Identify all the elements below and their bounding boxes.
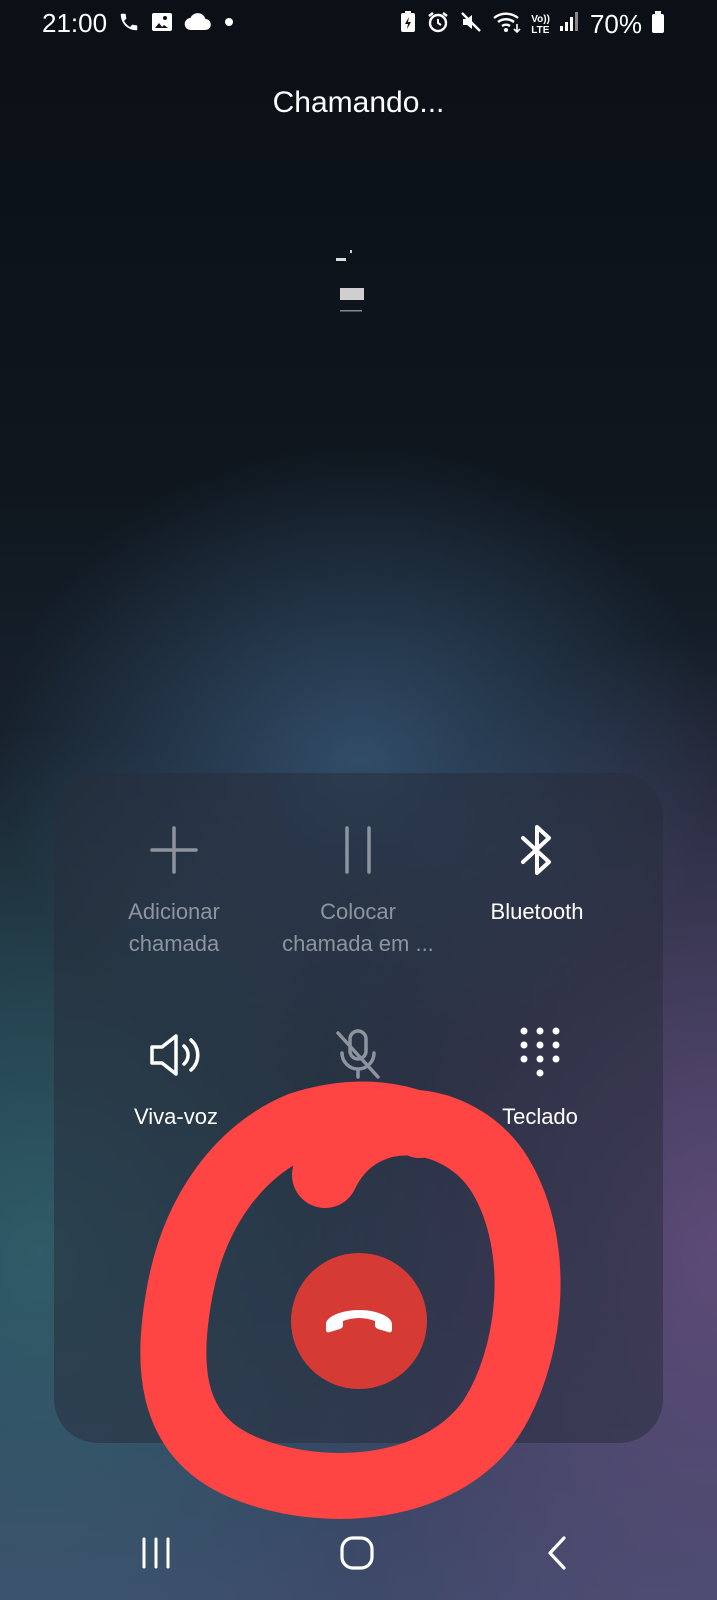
contact-redacted <box>332 240 372 320</box>
battery-saver-icon <box>399 10 417 39</box>
bluetooth-button[interactable]: Bluetooth <box>437 818 637 928</box>
recents-icon <box>139 1537 173 1574</box>
home-button[interactable] <box>327 1525 387 1585</box>
end-call-icon <box>322 1302 396 1341</box>
alarm-icon <box>426 10 450 39</box>
gallery-icon <box>150 10 174 39</box>
battery-percent: 70% <box>589 9 642 39</box>
keypad-button[interactable]: Teclado <box>440 1023 640 1133</box>
speaker-label: Viva-voz <box>134 1104 218 1129</box>
keypad-icon <box>440 1023 640 1087</box>
keypad-label: Teclado <box>502 1104 578 1129</box>
mute-icon <box>459 10 483 39</box>
hold-call-label-2: chamada em ... <box>282 931 434 956</box>
hold-call-label-1: Colocar <box>320 899 396 924</box>
bluetooth-icon <box>437 818 637 882</box>
add-call-button[interactable]: Adicionar chamada <box>74 818 274 960</box>
volte-label-top: Vo)) <box>531 13 550 25</box>
call-status: Chamando... <box>272 86 445 119</box>
mute-button[interactable] <box>258 1023 458 1087</box>
status-right-icons: Vo)) LTE 70% <box>399 9 665 40</box>
back-button[interactable] <box>527 1525 587 1585</box>
plus-icon <box>74 818 274 882</box>
dot-icon <box>222 15 236 34</box>
speaker-button[interactable]: Viva-voz <box>76 1023 276 1133</box>
signal-icon <box>559 11 579 38</box>
phone-icon <box>118 11 140 38</box>
add-call-label-2: chamada <box>128 931 220 956</box>
back-icon <box>544 1535 570 1576</box>
status-time: 21:00 <box>42 8 108 38</box>
mic-off-icon <box>258 1023 458 1087</box>
status-bar: 21:00 Vo)) LTE 70% <box>0 0 717 48</box>
speaker-icon <box>76 1023 276 1087</box>
navigation-bar <box>0 1505 717 1600</box>
hold-call-button[interactable]: Colocar chamada em ... <box>258 818 458 960</box>
wifi-icon <box>492 10 522 39</box>
status-left-icons <box>118 10 236 39</box>
end-call-button[interactable] <box>291 1253 427 1389</box>
volte-icon: Vo)) LTE <box>531 14 550 36</box>
battery-icon <box>651 10 665 39</box>
add-call-label-1: Adicionar <box>128 899 220 924</box>
cloud-icon <box>184 12 212 37</box>
pause-icon <box>258 818 458 882</box>
bluetooth-label: Bluetooth <box>490 899 584 924</box>
recents-button[interactable] <box>126 1525 186 1585</box>
home-icon <box>339 1535 375 1576</box>
volte-label-bottom: LTE <box>531 24 550 36</box>
